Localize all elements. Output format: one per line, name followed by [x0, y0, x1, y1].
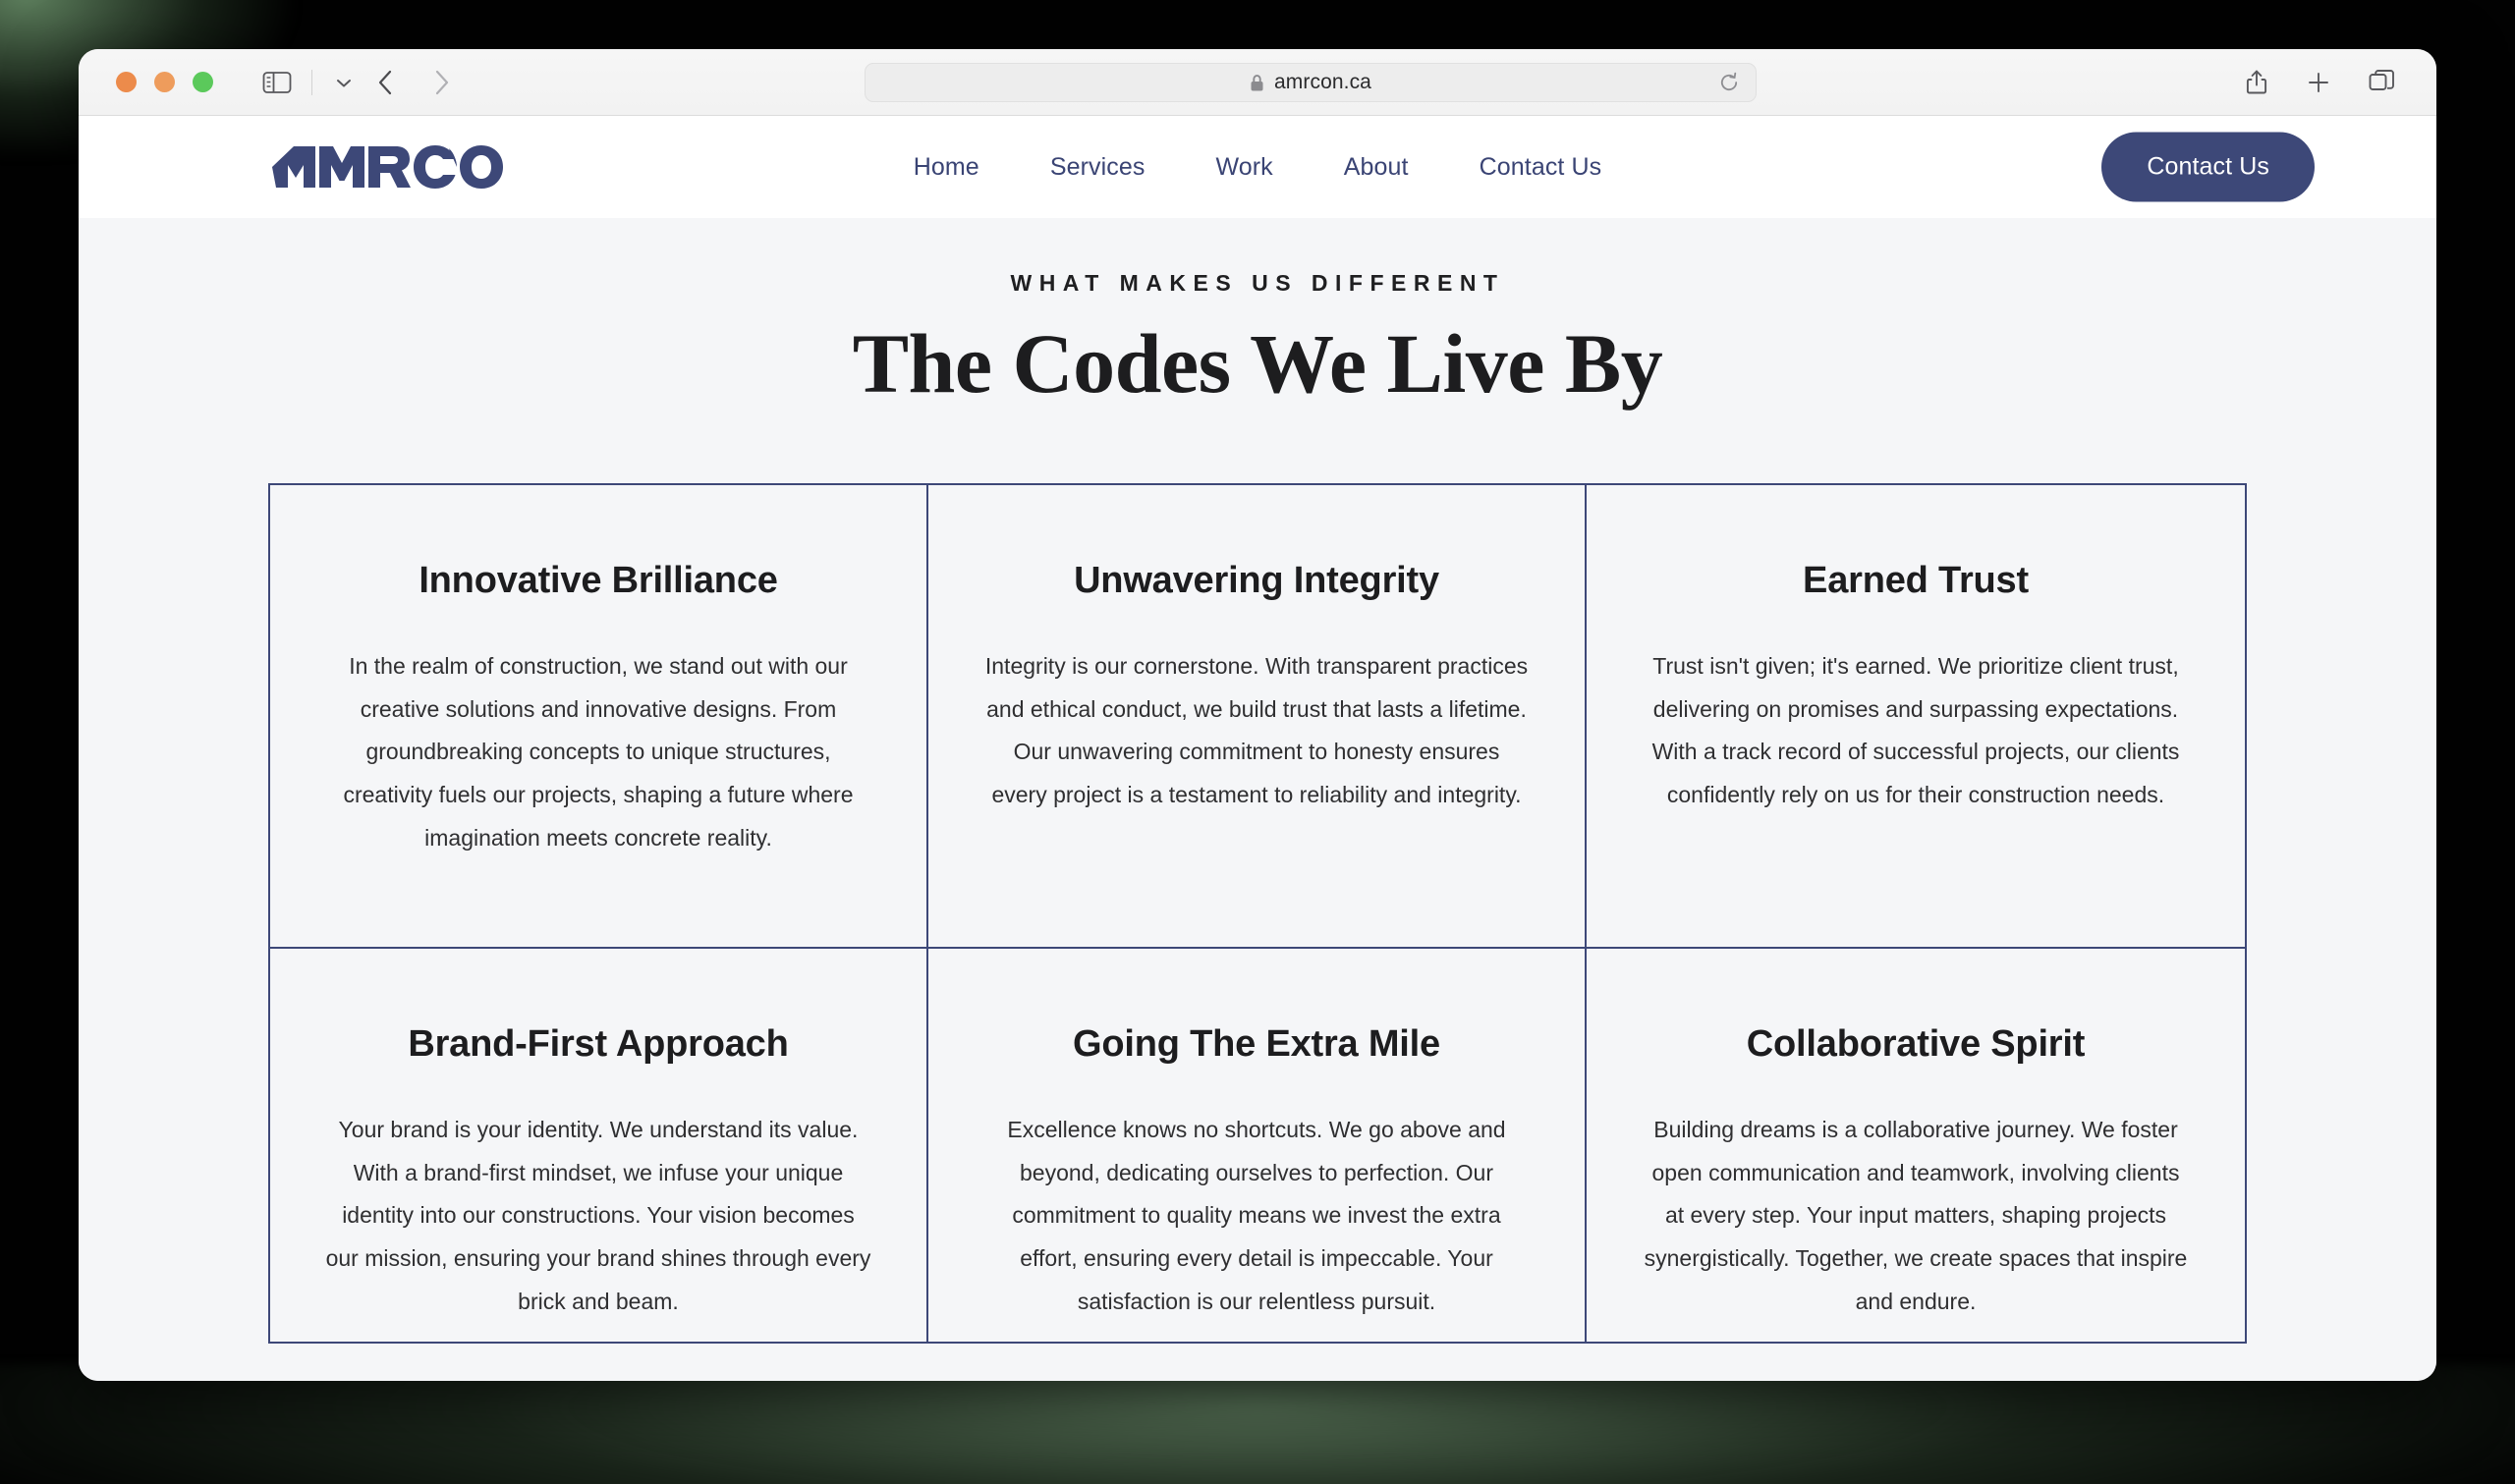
site-header: Home Services Work About Contact Us Cont… [79, 116, 2436, 218]
card-title: Earned Trust [1803, 560, 2029, 601]
toolbar-divider [311, 69, 312, 95]
desktop-backdrop: amrcon.ca Home Services Work About Conta… [0, 0, 2515, 1484]
card-body: Your brand is your identity. We understa… [325, 1117, 871, 1314]
card-body: Building dreams is a collaborative journ… [1644, 1117, 2188, 1314]
code-card: Going The Extra Mile Excellence knows no… [928, 949, 1587, 1342]
card-body: In the realm of construction, we stand o… [343, 653, 854, 851]
section-eyebrow: WHAT MAKES US DIFFERENT [1010, 270, 1505, 296]
reload-icon[interactable] [1718, 72, 1740, 93]
code-card: Brand-First Approach Your brand is your … [270, 949, 928, 1342]
code-card: Earned Trust Trust isn't given; it's ear… [1587, 485, 2245, 949]
contact-us-button[interactable]: Contact Us [2101, 132, 2315, 202]
nav-item-about[interactable]: About [1309, 153, 1444, 182]
sidebar-icon[interactable] [262, 71, 292, 94]
page-title: The Codes We Live By [852, 316, 1663, 411]
url-text: amrcon.ca [1274, 71, 1371, 93]
plus-icon[interactable] [2306, 70, 2331, 95]
amrcon-logo[interactable] [272, 145, 504, 189]
browser-toolbar: amrcon.ca [79, 49, 2436, 116]
page-viewport: Home Services Work About Contact Us Cont… [79, 116, 2436, 1381]
minimize-window-button[interactable] [154, 72, 175, 92]
window-controls [116, 72, 213, 92]
codes-grid: Innovative Brilliance In the realm of co… [268, 483, 2247, 1344]
nav-item-home[interactable]: Home [878, 153, 1015, 182]
nav-item-work[interactable]: Work [1180, 153, 1308, 182]
maximize-window-button[interactable] [193, 72, 213, 92]
code-card: Innovative Brilliance In the realm of co… [270, 485, 928, 949]
card-title: Collaborative Spirit [1746, 1023, 2086, 1065]
card-title: Brand-First Approach [408, 1023, 789, 1065]
forward-arrow-icon[interactable] [430, 68, 452, 97]
card-title: Unwavering Integrity [1074, 560, 1439, 601]
card-title: Innovative Brilliance [419, 560, 778, 601]
share-icon[interactable] [2245, 69, 2268, 96]
nav-item-services[interactable]: Services [1015, 153, 1181, 182]
back-arrow-icon[interactable] [375, 68, 397, 97]
card-body: Excellence knows no shortcuts. We go abo… [1007, 1117, 1506, 1314]
chevron-down-icon[interactable] [334, 76, 354, 89]
card-body: Trust isn't given; it's earned. We prior… [1651, 653, 2180, 808]
desktop-glow-bottom [0, 1364, 2515, 1484]
toolbar-actions [2245, 69, 2395, 96]
address-bar[interactable]: amrcon.ca [865, 63, 1757, 102]
card-body: Integrity is our cornerstone. With trans… [984, 653, 1529, 808]
code-card: Collaborative Spirit Building dreams is … [1587, 949, 2245, 1342]
code-card: Unwavering Integrity Integrity is our co… [928, 485, 1587, 949]
card-title: Going The Extra Mile [1073, 1023, 1440, 1065]
lock-icon [1250, 74, 1264, 92]
nav-item-contact-us[interactable]: Contact Us [1444, 153, 1638, 182]
tab-overview-icon[interactable] [2369, 69, 2395, 95]
close-window-button[interactable] [116, 72, 137, 92]
browser-window: amrcon.ca Home Services Work About Conta… [79, 49, 2436, 1381]
